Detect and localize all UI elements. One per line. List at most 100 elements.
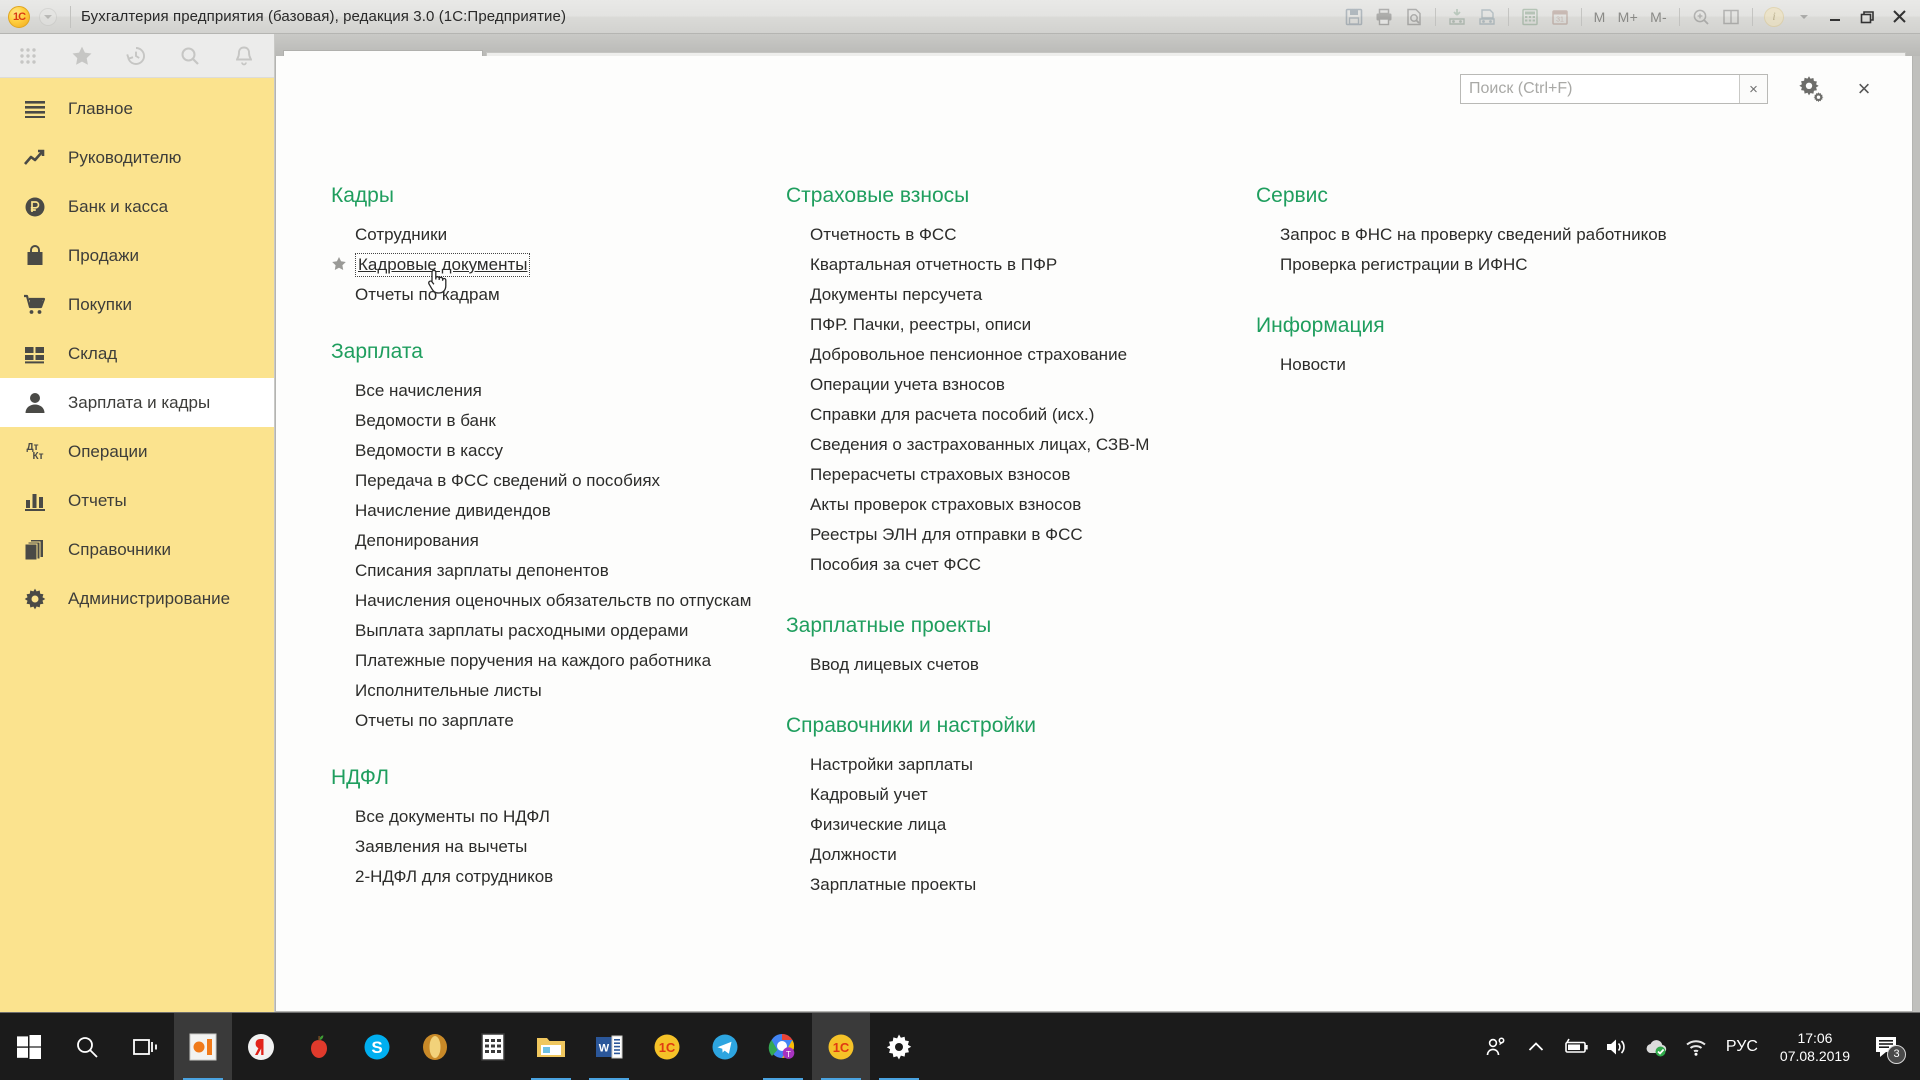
link-proverka-registracii-v-ifns[interactable]: Проверка регистрации в ИФНС [1256,255,1528,275]
sidebar-item-bank-i-kassa[interactable]: Банк и касса [0,182,274,231]
link-in-icon[interactable] [1443,4,1471,30]
sidebar-item-glavnoe[interactable]: Главное [0,84,274,133]
sidebar-item-prodazhi[interactable]: Продажи [0,231,274,280]
taskbar-app-opera[interactable] [406,1013,464,1080]
save-icon[interactable] [1340,4,1368,30]
link-vyplata-zarplaty-rashodnymi-orderami[interactable]: Выплата зарплаты расходными ордерами [331,621,688,641]
input-language-indicator[interactable]: РУС [1716,1038,1768,1056]
start-button[interactable] [0,1013,58,1080]
search-box[interactable]: × [1460,74,1768,104]
link-pfr-pachki-reestry-opisi[interactable]: ПФР. Пачки, реестры, описи [786,315,1031,335]
taskbar-app-skype[interactable]: S [348,1013,406,1080]
link-2-ndfl-dlya-sotrudnikov[interactable]: 2-НДФЛ для сотрудников [331,867,553,887]
sidebar-item-administrirovanie[interactable]: Администрирование [0,574,274,623]
list-item[interactable]: Начисление дивидендов [331,496,786,526]
link-svedeniya-o-zastrahovannyh-licah[interactable]: Сведения о застрахованных лицах, СЗВ-М [786,435,1149,455]
taskbar-app-settings[interactable] [870,1013,928,1080]
link-platezhnye-porucheniya[interactable]: Платежные поручения на каждого работника [331,651,711,671]
link-nastroyki-zarplaty[interactable]: Настройки зарплаты [786,755,973,775]
list-item[interactable]: Зарплатные проекты [786,870,1256,900]
calculator-icon[interactable] [1516,4,1544,30]
link-nachisleniya-ocenochnyh-obyazatelstv[interactable]: Начисления оценочных обязательств по отп… [331,591,751,611]
sidebar-item-spravochniki[interactable]: Справочники [0,525,274,574]
list-item[interactable]: ПФР. Пачки, реестры, описи [786,310,1256,340]
link-sotrudniki[interactable]: Сотрудники [331,225,447,245]
taskbar-app-1c-second[interactable]: 1C [812,1013,870,1080]
list-item[interactable]: Ввод лицевых счетов [786,650,1256,680]
list-item[interactable]: Должности [786,840,1256,870]
memory-button-m-plus[interactable]: M+ [1613,9,1643,25]
list-item[interactable]: Пособия за счет ФСС [786,550,1256,580]
taskbar-app-apple[interactable] [290,1013,348,1080]
link-spravki-dlya-rascheta-posobiy[interactable]: Справки для расчета пособий (исх.) [786,405,1094,425]
clock-widget[interactable]: 17:06 07.08.2019 [1768,1029,1862,1065]
list-item[interactable]: Отчеты по зарплате [331,706,786,736]
link-vse-nachisleniya[interactable]: Все начисления [331,381,482,401]
link-akty-proverok-strahovyh-vznosov[interactable]: Акты проверок страховых взносов [786,495,1081,515]
search-icon[interactable] [176,42,204,70]
list-item[interactable]: Ведомости в банк [331,406,786,436]
list-item[interactable]: Выплата зарплаты расходными ордерами [331,616,786,646]
link-pereraschety-strahovyh-vznosov[interactable]: Перерасчеты страховых взносов [786,465,1070,485]
sidebar-item-operacii[interactable]: Дт Кт Операции [0,427,274,476]
volume-icon[interactable] [1596,1013,1636,1080]
link-spisaniya-zarplaty-deponentov[interactable]: Списания зарплаты депонентов [331,561,609,581]
link-nachislenie-dividendov[interactable]: Начисление дивидендов [331,501,551,521]
close-button[interactable] [1884,4,1914,30]
notifications-bell-icon[interactable] [230,42,258,70]
link-dobrovolnoe-pensionnoe-strahovanie[interactable]: Добровольное пенсионное страхование [786,345,1127,365]
favorite-star-icon[interactable] [331,256,347,272]
list-item[interactable]: Отчеты по кадрам [331,280,786,310]
list-item[interactable]: Списания зарплаты депонентов [331,556,786,586]
list-item[interactable]: Начисления оценочных обязательств по отп… [331,586,786,616]
print-icon[interactable] [1370,4,1398,30]
print-preview-icon[interactable] [1400,4,1428,30]
taskbar-app-yandex[interactable] [232,1013,290,1080]
notifications-button[interactable]: 3 [1862,1013,1912,1080]
list-item[interactable]: Все начисления [331,376,786,406]
calendar-icon[interactable]: 31 [1546,4,1574,30]
list-item[interactable]: 2-НДФЛ для сотрудников [331,862,786,892]
list-item[interactable]: Кадровый учет [786,780,1256,810]
link-dolzhnosti[interactable]: Должности [786,845,897,865]
link-novosti[interactable]: Новости [1256,355,1346,375]
taskbar-app-calculator[interactable] [464,1013,522,1080]
favorites-star-icon[interactable] [68,42,96,70]
link-vedomosti-v-bank[interactable]: Ведомости в банк [331,411,496,431]
taskbar-app-chrome[interactable]: T [754,1013,812,1080]
sidebar-item-rukovoditelyu[interactable]: Руководителю [0,133,274,182]
list-item[interactable]: Исполнительные листы [331,676,786,706]
list-item[interactable]: Перерасчеты страховых взносов [786,460,1256,490]
list-item[interactable]: Кадровые документы [331,250,786,280]
taskbar-app-word[interactable]: W [580,1013,638,1080]
list-item[interactable]: Сведения о застрахованных лицах, СЗВ-М [786,430,1256,460]
sidebar-item-otchety[interactable]: Отчеты [0,476,274,525]
wifi-icon[interactable] [1676,1013,1716,1080]
link-vvod-licevyh-schetov[interactable]: Ввод лицевых счетов [786,655,979,675]
link-vse-dokumenty-po-ndfl[interactable]: Все документы по НДФЛ [331,807,550,827]
link-kadrovye-dokumenty[interactable]: Кадровые документы [355,253,530,277]
link-kadrovyy-uchet[interactable]: Кадровый учет [786,785,928,805]
apps-grid-icon[interactable] [14,42,42,70]
history-clock-icon[interactable] [122,42,150,70]
link-deponirovaniya[interactable]: Депонирования [331,531,479,551]
panel-close-icon[interactable]: × [1850,75,1878,103]
info-icon[interactable]: i [1760,4,1788,30]
list-item[interactable]: Ведомости в кассу [331,436,786,466]
system-menu-dropdown-button[interactable] [36,6,60,28]
onedrive-icon[interactable] [1636,1013,1676,1080]
taskbar-app-file-explorer[interactable] [522,1013,580,1080]
list-item[interactable]: Реестры ЭЛН для отправки в ФСС [786,520,1256,550]
link-peredacha-v-fss[interactable]: Передача в ФСС сведений о пособиях [331,471,660,491]
list-item[interactable]: Квартальная отчетность в ПФР [786,250,1256,280]
list-item[interactable]: Акты проверок страховых взносов [786,490,1256,520]
list-item[interactable]: Настройки зарплаты [786,750,1256,780]
list-item[interactable]: Запрос в ФНС на проверку сведений работн… [1256,220,1856,250]
search-input[interactable] [1461,75,1739,103]
link-operacii-ucheta-vznosov[interactable]: Операции учета взносов [786,375,1005,395]
list-item[interactable]: Отчетность в ФСС [786,220,1256,250]
sidebar-item-pokupki[interactable]: Покупки [0,280,274,329]
task-view-button[interactable] [116,1013,174,1080]
list-item[interactable]: Все документы по НДФЛ [331,802,786,832]
list-item[interactable]: Передача в ФСС сведений о пособиях [331,466,786,496]
